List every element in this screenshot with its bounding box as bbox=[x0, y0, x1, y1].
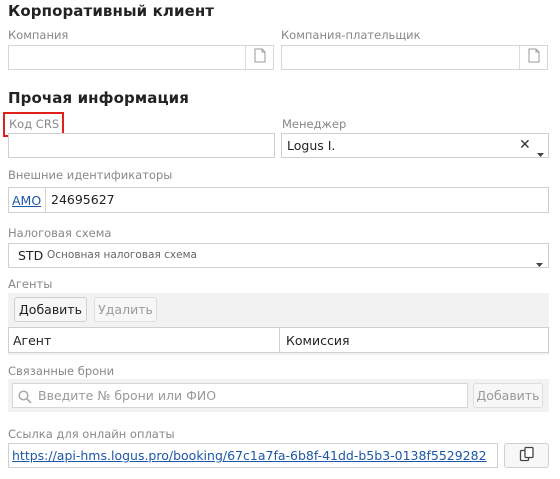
tax-name: Основная налоговая схема bbox=[47, 249, 197, 261]
tax-label: Налоговая схема bbox=[8, 226, 112, 240]
external-id-value: 24695627 bbox=[51, 192, 115, 207]
manager-select[interactable]: Logus I. ✕ bbox=[281, 133, 549, 158]
document-icon bbox=[528, 48, 540, 67]
external-ids-label: Внешние идентификаторы bbox=[8, 168, 173, 182]
divider bbox=[45, 188, 46, 212]
payment-link[interactable]: https://api-hms.logus.pro/booking/67c1a7… bbox=[12, 448, 487, 463]
document-icon bbox=[254, 48, 266, 67]
add-agent-button[interactable]: Добавить bbox=[14, 297, 87, 322]
payer-label: Компания-плательщик bbox=[281, 28, 421, 42]
column-header-commission: Комиссия bbox=[286, 333, 350, 348]
agents-table-header: Агент Комиссия bbox=[8, 327, 549, 353]
external-ids-field[interactable]: AMO 24695627 bbox=[8, 187, 549, 213]
external-id-source-link[interactable]: AMO bbox=[12, 193, 41, 208]
tax-select[interactable]: STD Основная налоговая схема bbox=[8, 243, 549, 268]
payer-field[interactable] bbox=[281, 45, 548, 70]
tax-code: STD bbox=[18, 248, 44, 263]
section-title-corporate: Корпоративный клиент bbox=[8, 2, 215, 20]
payment-link-label: Ссылка для онлайн оплаты bbox=[8, 427, 175, 441]
copy-link-button[interactable] bbox=[504, 443, 549, 468]
crs-input[interactable] bbox=[8, 133, 275, 158]
copy-icon bbox=[519, 446, 535, 465]
linked-bookings-placeholder: Введите № брони или ФИО bbox=[38, 388, 217, 403]
search-icon bbox=[18, 389, 32, 408]
clear-icon[interactable]: ✕ bbox=[519, 137, 531, 153]
company-label: Компания bbox=[8, 28, 69, 42]
manager-label: Менеджер bbox=[282, 117, 347, 131]
linked-bookings-panel: Введите № брони или ФИО Добавить bbox=[8, 379, 549, 412]
payment-link-field: https://api-hms.logus.pro/booking/67c1a7… bbox=[8, 443, 498, 468]
company-select-button[interactable] bbox=[245, 46, 273, 69]
chevron-down-icon[interactable] bbox=[536, 253, 543, 272]
column-divider bbox=[279, 328, 280, 352]
payer-select-button[interactable] bbox=[519, 46, 547, 69]
section-title-other: Прочая информация bbox=[8, 89, 190, 107]
company-field[interactable] bbox=[8, 45, 274, 70]
column-header-agent: Агент bbox=[13, 333, 52, 348]
add-linked-booking-button[interactable]: Добавить bbox=[473, 383, 543, 408]
agents-label: Агенты bbox=[8, 277, 53, 291]
delete-agent-button[interactable]: Удалить bbox=[94, 297, 157, 322]
chevron-down-icon[interactable] bbox=[537, 143, 544, 162]
linked-bookings-search[interactable]: Введите № брони или ФИО bbox=[12, 383, 468, 408]
linked-bookings-label: Связанные брони bbox=[8, 364, 115, 378]
agents-panel: Добавить Удалить Агент Комиссия bbox=[8, 293, 549, 355]
manager-value: Logus I. bbox=[287, 138, 336, 153]
